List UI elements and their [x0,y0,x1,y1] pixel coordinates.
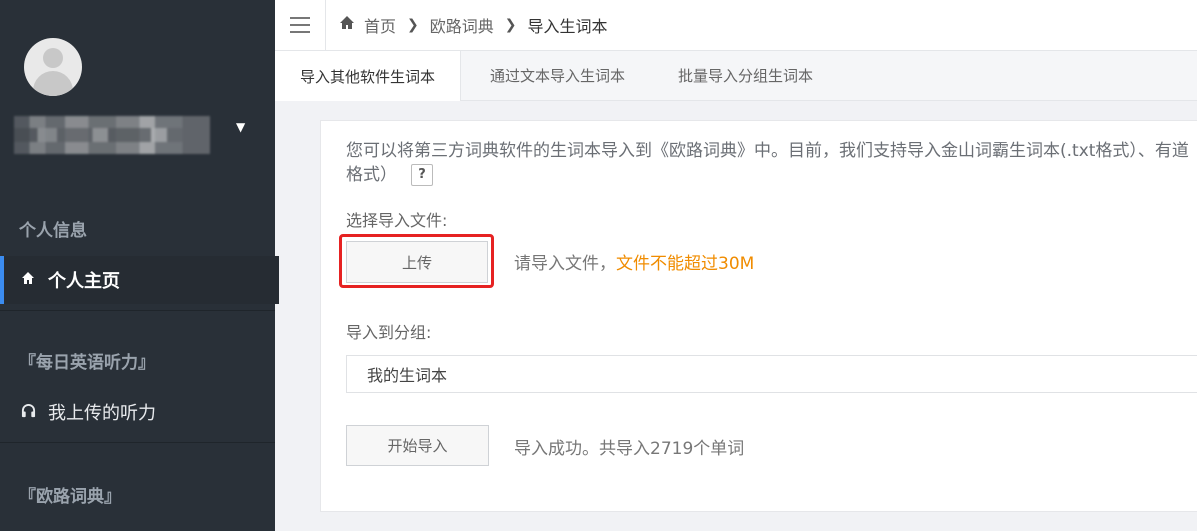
sidebar-item-my-uploads[interactable]: 我上传的听力 [0,388,275,436]
import-card: 您可以将第三方词典软件的生词本导入到《欧路词典》中。目前，我们支持导入金山词霸生… [320,120,1197,512]
start-import-button[interactable]: 开始导入 [346,425,489,466]
upload-button[interactable]: 上传 [346,241,488,283]
avatar-body [33,71,73,96]
menu-toggle-button[interactable] [275,0,326,50]
hamburger-icon [290,17,310,33]
sidebar-item-home[interactable]: 个人主页 [0,256,279,304]
breadcrumb-current: 导入生词本 [527,17,608,36]
help-icon[interactable]: ? [411,164,433,186]
section-eudic: 『欧路词典』 [19,487,121,507]
sidebar: ▼ 个人信息 个人主页 『每日英语听力』 我上传的听力 『欧路词典』 [0,0,279,531]
sidebar-divider [0,442,275,443]
file-label: 选择导入文件: [346,211,448,230]
import-result: 导入成功。共导入2719个单词 [514,439,745,459]
tab-import-by-text[interactable]: 通过文本导入生词本 [475,51,640,100]
chevron-right-icon: ❯ [504,17,517,33]
user-menu-caret-icon[interactable]: ▼ [236,120,245,134]
sidebar-item-label: 个人主页 [48,271,120,292]
tab-batch-import-groups[interactable]: 批量导入分组生词本 [663,51,828,100]
group-select-value: 我的生词本 [367,366,448,385]
avatar[interactable] [24,38,82,96]
intro-line-1: 您可以将第三方词典软件的生词本导入到《欧路词典》中。目前，我们支持导入金山词霸生… [346,141,1189,161]
intro-text: 您可以将第三方词典软件的生词本导入到《欧路词典》中。目前，我们支持导入金山词霸生… [346,139,1197,187]
group-select[interactable]: 我的生词本 [346,355,1197,393]
headphones-icon [20,403,36,422]
file-hint-text: 请导入文件， [514,254,616,274]
username-blurred[interactable] [14,116,210,154]
sidebar-item-label: 我上传的听力 [48,403,156,424]
home-icon [20,271,36,289]
top-bar: 首页 ❯ 欧路词典 ❯ 导入生词本 [275,0,1197,51]
group-label: 导入到分组: [346,323,432,342]
tab-bar: 导入其他软件生词本 通过文本导入生词本 批量导入分组生词本 [275,51,1197,101]
section-daily-listening: 『每日英语听力』 [19,353,155,373]
breadcrumb-home[interactable]: 首页 [364,13,396,37]
breadcrumb-eudic[interactable]: 欧路词典 [430,13,494,37]
sidebar-divider [0,310,275,311]
breadcrumb-home-icon[interactable] [339,15,355,35]
section-personal-info: 个人信息 [19,221,87,241]
avatar-head [43,48,63,68]
chevron-right-icon: ❯ [407,17,419,33]
file-size-limit: 文件不能超过30M [616,254,755,274]
intro-line-2: 格式） [346,165,397,185]
file-hint: 请导入文件，文件不能超过30M [514,249,754,274]
breadcrumb: 首页 ❯ 欧路词典 ❯ 导入生词本 [339,0,608,50]
tab-import-other-software[interactable]: 导入其他软件生词本 [275,51,461,101]
